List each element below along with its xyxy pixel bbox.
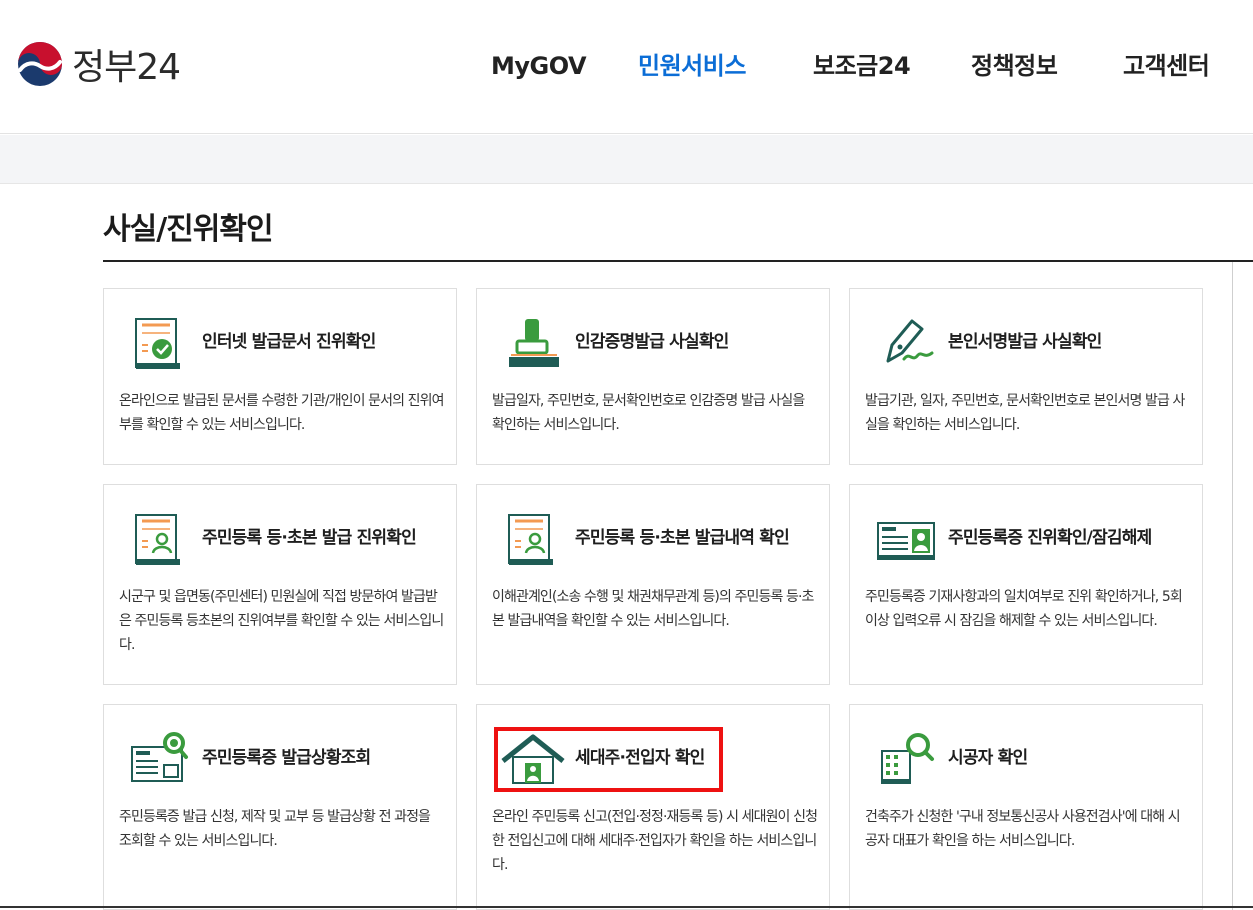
taegeuk-logo-icon (18, 42, 62, 86)
site-header: 정부24 MyGOV 민원서비스 보조금24 정책정보 고객센터 (0, 0, 1253, 134)
document-person-icon (128, 507, 192, 571)
card-description: 온라인 주민등록 신고(전입·정정·재등록 등) 시 세대원이 신청한 전입신고… (492, 809, 818, 873)
site-logo[interactable]: 정부24 (16, 40, 181, 88)
title-divider (103, 260, 1253, 262)
id-card-icon (874, 507, 938, 571)
content-right-border (1232, 262, 1233, 910)
card-title: 인감증명발급 사실확인 (575, 332, 729, 352)
card-description: 주민등록증 발급 신청, 제작 및 교부 등 발급상황 전 과정을 조회할 수 … (119, 809, 431, 849)
card-title: 본인서명발급 사실확인 (948, 332, 1102, 352)
card-title: 주민등록 등·초본 발급 진위확인 (202, 528, 417, 548)
stamp-icon (501, 311, 565, 375)
card-resident-copy-history[interactable]: 주민등록 등·초본 발급내역 확인 이해관계인(소송 수행 및 채권채무관계 등… (476, 484, 830, 685)
building-search-icon (874, 727, 938, 791)
logo-text: 정부24 (72, 47, 181, 88)
page-title: 사실/진위확인 (103, 212, 274, 247)
id-card-search-icon (128, 727, 192, 791)
card-contractor-confirm[interactable]: 시공자 확인 건축주가 신청한 '구내 정보통신공사 사용전검사'에 대해 시공… (849, 704, 1203, 910)
card-description: 발급일자, 주민번호, 문서확인번호로 인감증명 발급 사실을 확인하는 서비스… (492, 393, 805, 433)
pen-signature-icon (874, 311, 938, 375)
card-internet-doc-verify[interactable]: 인터넷 발급문서 진위확인 온라인으로 발급된 문서를 수령한 기관/개인이 문… (103, 288, 457, 465)
card-title: 시공자 확인 (948, 748, 1028, 768)
card-householder-confirm[interactable]: 세대주·전입자 확인 온라인 주민등록 신고(전입·정정·재등록 등) 시 세대… (476, 704, 830, 910)
card-description: 온라인으로 발급된 문서를 수령한 기관/개인이 문서의 진위여부를 확인할 수… (119, 393, 445, 433)
card-description: 주민등록증 기재사항과의 일치여부로 진위 확인하거나, 5회 이상 입력오류 … (865, 589, 1183, 629)
card-seal-cert-verify[interactable]: 인감증명발급 사실확인 발급일자, 주민번호, 문서확인번호로 인감증명 발급 … (476, 288, 830, 465)
card-title: 주민등록증 발급상황조회 (202, 748, 371, 768)
card-description: 시군구 및 읍면동(주민센터) 민원실에 직접 방문하여 발급받은 주민등록 등… (119, 589, 444, 653)
card-id-card-verify-unlock[interactable]: 주민등록증 진위확인/잠김해제 주민등록증 기재사항과의 일치여부로 진위 확인… (849, 484, 1203, 685)
nav-mygov[interactable]: MyGOV (491, 46, 587, 86)
nav-subsidy24[interactable]: 보조금24 (813, 46, 911, 86)
card-title: 세대주·전입자 확인 (575, 748, 705, 768)
card-signature-verify[interactable]: 본인서명발급 사실확인 발급기관, 일자, 주민번호, 문서확인번호로 본인서명… (849, 288, 1203, 465)
card-id-card-issue-status[interactable]: 주민등록증 발급상황조회 주민등록증 발급 신청, 제작 및 교부 등 발급상황… (103, 704, 457, 910)
card-description: 발급기관, 일자, 주민번호, 문서확인번호로 본인서명 발급 사실을 확인하는… (865, 393, 1185, 433)
document-check-icon (128, 311, 192, 375)
breadcrumb-band (0, 135, 1253, 184)
card-title: 인터넷 발급문서 진위확인 (202, 332, 376, 352)
card-resident-copy-verify[interactable]: 주민등록 등·초본 발급 진위확인 시군구 및 읍면동(주민센터) 민원실에 직… (103, 484, 457, 685)
nav-policy-info[interactable]: 정책정보 (971, 46, 1058, 86)
card-title: 주민등록 등·초본 발급내역 확인 (575, 528, 790, 548)
bottom-border (0, 906, 1253, 908)
nav-customer-center[interactable]: 고객센터 (1123, 46, 1210, 86)
card-description: 이해관계인(소송 수행 및 채권채무관계 등)의 주민등록 등·초본 발급내역을… (492, 589, 814, 629)
document-person-icon (501, 507, 565, 571)
house-person-icon (501, 727, 565, 791)
card-title: 주민등록증 진위확인/잠김해제 (948, 528, 1152, 548)
nav-civil-service[interactable]: 민원서비스 (638, 46, 746, 86)
card-description: 건축주가 신청한 '구내 정보통신공사 사용전검사'에 대해 시공자 대표가 확… (865, 809, 1181, 849)
